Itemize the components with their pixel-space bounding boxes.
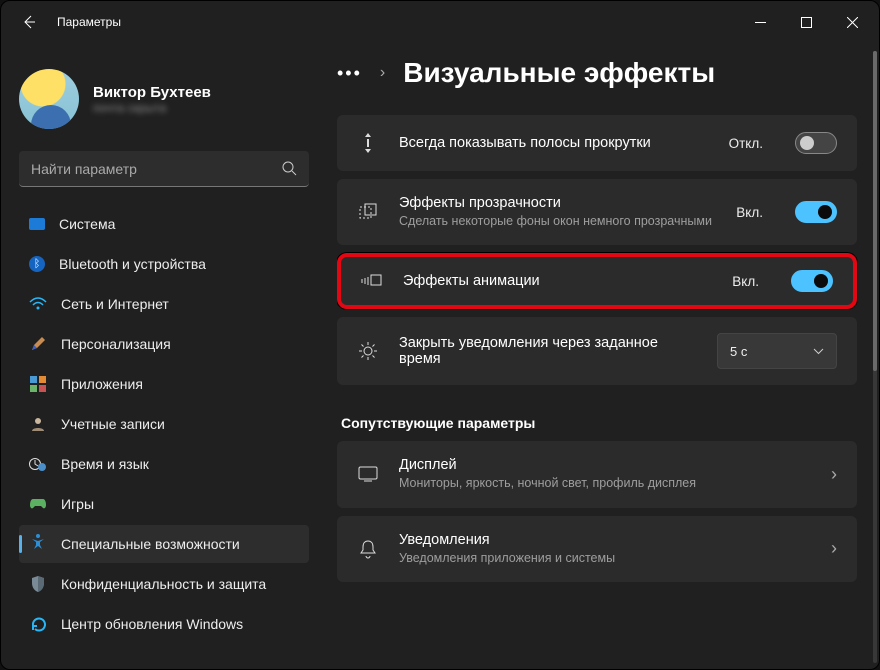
display-icon	[357, 466, 379, 482]
card-notifications-link[interactable]: Уведомления Уведомления приложения и сис…	[337, 516, 857, 582]
nav-accessibility[interactable]: Специальные возможности	[19, 525, 309, 563]
maximize-button[interactable]	[783, 6, 829, 38]
nav-bluetooth[interactable]: ᛒ Bluetooth и устройства	[19, 245, 309, 283]
account-name: Виктор Бухтеев	[93, 84, 211, 101]
card-title: Всегда показывать полосы прокрутки	[399, 135, 709, 151]
main-content: ••• › Визуальные эффекты Всегда показыва…	[337, 43, 879, 669]
brush-icon	[29, 335, 47, 353]
card-sub: Сделать некоторые фоны окон немного проз…	[399, 213, 716, 229]
chevron-right-icon: ›	[831, 464, 837, 485]
card-scrollbars: Всегда показывать полосы прокрутки Откл.	[337, 115, 857, 171]
nav-label: Система	[59, 216, 115, 232]
scrollbars-toggle[interactable]	[795, 132, 837, 154]
nav: Система ᛒ Bluetooth и устройства Сеть и …	[19, 205, 309, 643]
nav-label: Специальные возможности	[61, 536, 240, 552]
timeout-dropdown[interactable]: 5 с	[717, 333, 837, 369]
chevron-right-icon: ›	[380, 64, 385, 82]
card-notifications-timeout: Закрыть уведомления через заданное время…	[337, 317, 857, 385]
nav-personalization[interactable]: Персонализация	[19, 325, 309, 363]
toggle-state: Вкл.	[732, 274, 759, 289]
breadcrumb: ••• › Визуальные эффекты	[337, 57, 857, 89]
avatar	[19, 69, 79, 129]
card-display-link[interactable]: Дисплей Мониторы, яркость, ночной свет, …	[337, 441, 857, 507]
card-title: Эффекты прозрачности	[399, 195, 716, 211]
nav-label: Приложения	[61, 376, 143, 392]
nav-label: Персонализация	[61, 336, 171, 352]
page-title: Визуальные эффекты	[403, 57, 715, 89]
breadcrumb-more[interactable]: •••	[337, 63, 362, 84]
window-title: Параметры	[57, 15, 121, 29]
search-icon	[282, 161, 297, 176]
chevron-down-icon	[813, 348, 824, 355]
minimize-button[interactable]	[737, 6, 783, 38]
scrollbar-vertical[interactable]	[873, 51, 877, 663]
nav-privacy[interactable]: Конфиденциальность и защита	[19, 565, 309, 603]
nav-accounts[interactable]: Учетные записи	[19, 405, 309, 443]
nav-label: Сеть и Интернет	[61, 296, 169, 312]
toggle-state: Откл.	[729, 136, 763, 151]
nav-label: Конфиденциальность и защита	[61, 576, 266, 592]
transparency-icon	[357, 203, 379, 221]
nav-apps[interactable]: Приложения	[19, 365, 309, 403]
settings-window: Параметры Виктор Бухтеев почта скрыта	[0, 0, 880, 670]
card-title: Эффекты анимации	[403, 273, 712, 289]
bluetooth-icon: ᛒ	[29, 256, 45, 272]
scrollbar-icon	[357, 132, 379, 154]
card-title: Уведомления	[399, 532, 811, 548]
clock-globe-icon	[29, 455, 47, 473]
chevron-right-icon: ›	[831, 538, 837, 559]
nav-network[interactable]: Сеть и Интернет	[19, 285, 309, 323]
card-transparency: Эффекты прозрачности Сделать некоторые ф…	[337, 179, 857, 245]
system-icon	[29, 218, 45, 230]
nav-time[interactable]: Время и язык	[19, 445, 309, 483]
animation-toggle[interactable]	[791, 270, 833, 292]
person-icon	[29, 415, 47, 433]
nav-label: Время и язык	[61, 456, 149, 472]
toggle-state: Вкл.	[736, 205, 763, 220]
nav-label: Учетные записи	[61, 416, 165, 432]
nav-label: Игры	[61, 496, 94, 512]
bell-icon	[357, 539, 379, 559]
nav-update[interactable]: Центр обновления Windows	[19, 605, 309, 643]
gamepad-icon	[29, 495, 47, 513]
brightness-icon	[357, 341, 379, 361]
nav-system[interactable]: Система	[19, 205, 309, 243]
card-title: Дисплей	[399, 457, 811, 473]
nav-label: Центр обновления Windows	[61, 616, 243, 632]
account-email: почта скрыта	[93, 101, 211, 115]
search-box[interactable]	[19, 151, 309, 187]
apps-icon	[29, 375, 47, 393]
titlebar: Параметры	[1, 1, 879, 43]
account-block[interactable]: Виктор Бухтеев почта скрыта	[19, 69, 309, 129]
related-heading: Сопутствующие параметры	[341, 415, 857, 431]
card-sub: Уведомления приложения и системы	[399, 550, 811, 566]
card-sub: Мониторы, яркость, ночной свет, профиль …	[399, 475, 811, 491]
close-button[interactable]	[829, 6, 875, 38]
dropdown-value: 5 с	[730, 344, 747, 359]
sidebar: Виктор Бухтеев почта скрыта Система ᛒ Bl…	[19, 43, 309, 669]
card-title: Закрыть уведомления через заданное время	[399, 335, 697, 367]
accessibility-icon	[29, 533, 47, 551]
animation-icon	[361, 273, 383, 289]
search-input[interactable]	[31, 161, 282, 177]
back-button[interactable]	[15, 8, 43, 36]
shield-icon	[29, 575, 47, 593]
update-icon	[29, 615, 47, 633]
nav-label: Bluetooth и устройства	[59, 256, 206, 272]
card-animation: Эффекты анимации Вкл.	[337, 253, 857, 309]
nav-gaming[interactable]: Игры	[19, 485, 309, 523]
transparency-toggle[interactable]	[795, 201, 837, 223]
wifi-icon	[29, 295, 47, 313]
window-controls	[737, 6, 875, 38]
